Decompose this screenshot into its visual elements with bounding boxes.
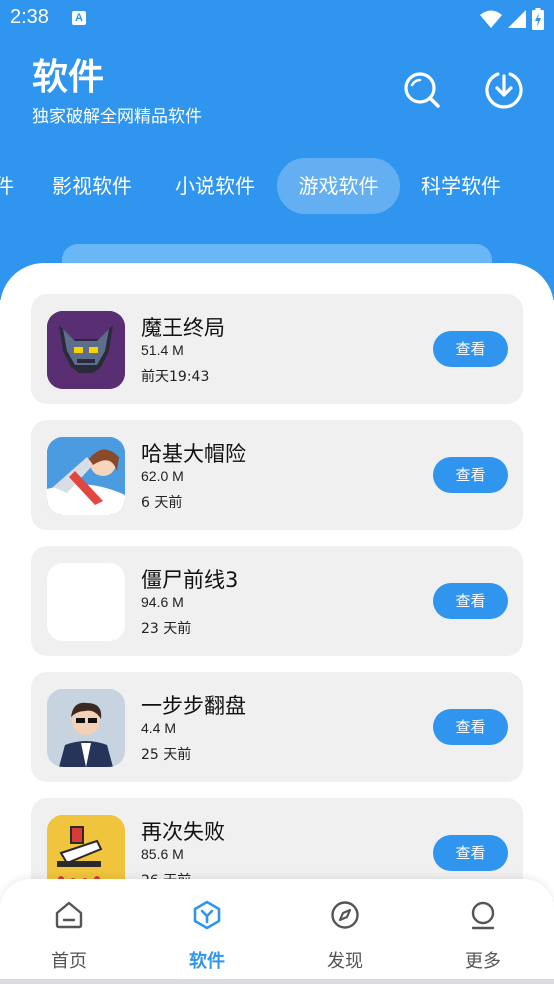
app-icon-demon-king — [47, 311, 125, 389]
download-icon — [485, 72, 523, 109]
app-icon-step-by-step — [47, 689, 125, 767]
app-size: 62.0 M — [141, 468, 184, 484]
status-time: 2:38 — [10, 6, 49, 28]
profile-icon — [471, 901, 495, 930]
app-size: 85.6 M — [141, 846, 184, 862]
category-tabs: 件 影视软件 小说软件 游戏软件 科学软件 — [0, 158, 554, 214]
list-item[interactable]: 一步步翻盘 4.4 M 25 天前 查看 — [31, 672, 523, 782]
status-bar: 2:38 A — [0, 0, 554, 38]
title-block: 软件 独家破解全网精品软件 — [32, 56, 202, 127]
nav-discover[interactable]: 发现 — [276, 879, 414, 979]
tab-video-software[interactable]: 影视软件 — [40, 158, 144, 214]
view-button[interactable]: 查看 — [433, 457, 508, 493]
app-name: 哈基大帽险 — [141, 442, 246, 466]
tab-novel-software[interactable]: 小说软件 — [163, 158, 267, 214]
app-time: 前天19:43 — [141, 369, 210, 385]
page-subtitle: 独家破解全网精品软件 — [32, 107, 202, 127]
search-button[interactable] — [402, 70, 442, 110]
list-item[interactable]: 魔王终局 51.4 M 前天19:43 查看 — [31, 294, 523, 404]
view-button[interactable]: 查看 — [433, 331, 508, 367]
nav-more[interactable]: 更多 — [414, 879, 552, 979]
app-name: 僵尸前线3 — [141, 568, 239, 592]
app-time: 23 天前 — [141, 621, 192, 637]
app-size: 4.4 M — [141, 720, 177, 736]
nav-label: 首页 — [51, 951, 87, 972]
page-title: 软件 — [32, 57, 105, 98]
nav-label: 更多 — [465, 951, 501, 972]
app-time: 6 天前 — [141, 495, 183, 511]
tab-partial[interactable]: 件 — [0, 158, 16, 214]
nav-software[interactable]: 软件 — [138, 879, 276, 979]
notification-a-icon: A — [72, 11, 86, 25]
list-item[interactable]: 僵尸前线3 94.6 M 23 天前 查看 — [31, 546, 523, 656]
wifi-icon — [480, 10, 502, 28]
demon-icon — [47, 311, 125, 389]
status-icons — [480, 8, 544, 30]
nav-label: 软件 — [189, 951, 225, 972]
compass-icon — [331, 901, 359, 929]
battery-icon — [532, 8, 544, 30]
app-list: 魔王终局 51.4 M 前天19:43 查看 哈基大帽险 62.0 M 6 天前… — [0, 263, 554, 984]
app-size: 51.4 M — [141, 342, 184, 358]
home-icon — [55, 901, 83, 929]
app-name: 魔王终局 — [141, 316, 225, 340]
nav-home[interactable]: 首页 — [0, 879, 138, 979]
character-icon — [47, 689, 125, 767]
app-time: 25 天前 — [141, 747, 192, 763]
app-icon-hachi-adventure — [47, 437, 125, 515]
view-button[interactable]: 查看 — [433, 709, 508, 745]
character-icon — [47, 437, 125, 515]
app-size: 94.6 M — [141, 594, 184, 610]
software-icon — [193, 900, 221, 930]
list-item[interactable]: 哈基大帽险 62.0 M 6 天前 查看 — [31, 420, 523, 530]
signal-icon — [508, 10, 526, 28]
app-name: 再次失败 — [141, 820, 225, 844]
tab-game-software[interactable]: 游戏软件 — [277, 158, 400, 214]
app-name: 一步步翻盘 — [141, 694, 246, 718]
view-button[interactable]: 查看 — [433, 583, 508, 619]
nav-label: 发现 — [327, 951, 363, 972]
view-button[interactable]: 查看 — [433, 835, 508, 871]
app-icon-blank — [47, 563, 125, 641]
download-button[interactable] — [484, 70, 524, 110]
home-indicator — [0, 979, 554, 984]
bottom-navigation: 首页 软件 发现 更多 — [0, 879, 554, 979]
tab-science-software[interactable]: 科学软件 — [409, 158, 513, 214]
search-icon — [404, 72, 440, 108]
